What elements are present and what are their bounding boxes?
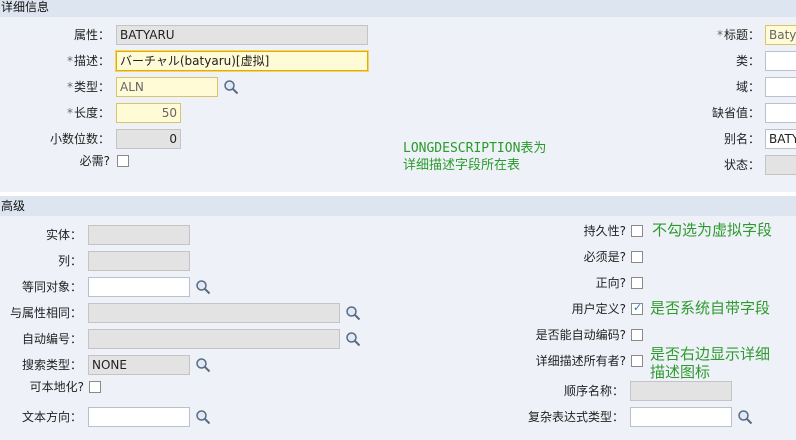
title-field[interactable]: Batya (765, 25, 796, 45)
can-autonum-label: 是否能自动编码? (535, 328, 626, 342)
status-label: 状态： (723, 158, 760, 172)
longdesc-annotation-line2: 详细描述字段所在表 (403, 158, 521, 173)
autokey-label: 自动编号： (21, 332, 82, 346)
length-field[interactable]: 50 (116, 103, 181, 123)
persistent-label: 持久性? (583, 224, 626, 238)
sameas-attribute-label: 与属性相同： (9, 306, 82, 320)
scale-field[interactable]: 0 (116, 129, 181, 149)
userdefined-annotation: 是否系统自带字段 (650, 299, 771, 317)
magnifier-icon[interactable] (345, 305, 361, 321)
ld-owner-label: 详细描述所有者? (535, 354, 626, 368)
mustbe-checkbox[interactable] (631, 251, 643, 263)
persistent-annotation: 不勾选为虚拟字段 (652, 221, 773, 239)
length-label: *长度： (66, 106, 110, 120)
sameas-object-label: 等同对象： (21, 280, 82, 294)
ld-owner-annotation-line1: 是否右边显示详细 (650, 345, 771, 363)
positive-label: 正向? (595, 276, 626, 290)
magnifier-icon[interactable] (737, 409, 753, 425)
details-section-header: 详细信息 (0, 0, 796, 17)
mustbe-label: 必须是? (583, 250, 626, 264)
localizable-checkbox[interactable] (89, 381, 101, 393)
sameas-attribute-field[interactable] (88, 303, 340, 323)
advanced-section-header: 高级 (0, 196, 796, 216)
ld-owner-checkbox[interactable] (631, 355, 643, 367)
alias-label: 别名： (723, 132, 760, 146)
text-direction-label: 文本方向： (21, 410, 82, 424)
autokey-field[interactable] (88, 329, 340, 349)
complex-type-label: 复杂表达式类型： (527, 410, 624, 424)
type-field[interactable]: ALN (116, 77, 218, 97)
magnifier-icon[interactable] (223, 79, 239, 95)
default-field[interactable] (765, 103, 796, 123)
asterisk-icon: * (66, 80, 73, 94)
longdesc-annotation-line1: LONGDESCRIPTION表为 (403, 141, 547, 156)
domain-label: 域： (735, 80, 760, 94)
domain-field[interactable] (765, 77, 796, 97)
sequence-label: 顺序名称： (563, 384, 624, 398)
class-field[interactable] (765, 51, 796, 71)
asterisk-icon: * (716, 28, 723, 42)
magnifier-icon[interactable] (195, 409, 211, 425)
text-direction-field[interactable] (88, 407, 190, 427)
column-field[interactable] (88, 251, 190, 271)
status-field[interactable] (765, 155, 796, 175)
required-label: 必需? (79, 154, 110, 168)
description-label: *描述： (66, 54, 110, 68)
can-autonum-checkbox[interactable] (631, 329, 643, 341)
search-type-label: 搜索类型： (21, 358, 82, 372)
attribute-field[interactable]: BATYARU (116, 25, 368, 45)
search-type-field[interactable]: NONE (88, 355, 190, 375)
scale-label: 小数位数： (49, 132, 110, 146)
type-label: *类型： (66, 80, 110, 94)
asterisk-icon: * (66, 54, 73, 68)
complex-type-field[interactable] (630, 407, 732, 427)
entity-label: 实体： (45, 228, 82, 242)
magnifier-icon[interactable] (345, 331, 361, 347)
asterisk-icon: * (66, 106, 73, 120)
description-field[interactable]: バーチャル(batyaru)[虚拟] (115, 50, 369, 72)
userdefined-checkbox[interactable] (631, 301, 643, 315)
magnifier-icon[interactable] (195, 357, 211, 373)
persistent-checkbox[interactable] (631, 225, 643, 237)
sequence-field[interactable] (630, 381, 732, 401)
magnifier-icon[interactable] (195, 279, 211, 295)
class-label: 类： (735, 54, 760, 68)
attribute-label: 属性： (73, 28, 110, 42)
column-label: 列： (57, 254, 82, 268)
required-checkbox[interactable] (117, 155, 129, 167)
entity-field[interactable] (88, 225, 190, 245)
userdefined-label: 用户定义? (571, 302, 626, 316)
title-label: *标题： (716, 28, 760, 42)
sameas-object-field[interactable] (88, 277, 190, 297)
positive-checkbox[interactable] (631, 277, 643, 289)
ld-owner-annotation-line2: 描述图标 (650, 363, 711, 381)
default-label: 缺省值： (711, 106, 760, 120)
localizable-label: 可本地化? (29, 380, 84, 394)
alias-field[interactable]: BATY (765, 129, 796, 149)
